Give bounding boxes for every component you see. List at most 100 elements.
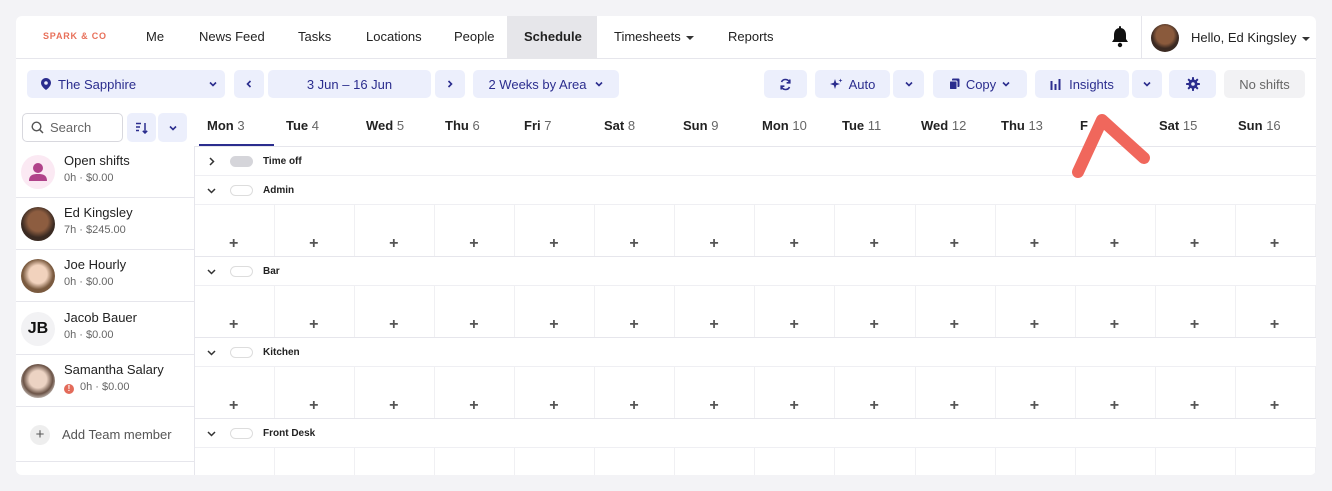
- day-header[interactable]: Sun 9: [683, 113, 718, 146]
- nav-me[interactable]: Me: [129, 16, 181, 59]
- area-row-front-desk[interactable]: Front Desk: [195, 419, 1316, 448]
- schedule-cell[interactable]: +: [595, 286, 676, 337]
- schedule-cell[interactable]: +: [1076, 205, 1156, 256]
- add-shift-icon[interactable]: +: [229, 317, 238, 333]
- day-header[interactable]: Wed 12: [921, 113, 966, 146]
- add-shift-icon[interactable]: +: [1270, 236, 1279, 252]
- refresh-button[interactable]: [764, 70, 807, 98]
- schedule-cell[interactable]: +: [996, 286, 1076, 337]
- schedule-cell[interactable]: +: [195, 205, 275, 256]
- add-shift-icon[interactable]: +: [549, 317, 558, 333]
- schedule-cell[interactable]: +: [195, 367, 275, 418]
- nav-reports[interactable]: Reports: [711, 16, 791, 59]
- nav-news-feed[interactable]: News Feed: [182, 16, 282, 59]
- schedule-cell[interactable]: [675, 448, 756, 475]
- schedule-cell[interactable]: +: [755, 205, 836, 256]
- area-toggle[interactable]: [230, 185, 253, 196]
- schedule-cell[interactable]: +: [675, 205, 756, 256]
- schedule-cell[interactable]: +: [435, 367, 516, 418]
- add-shift-icon[interactable]: +: [1110, 398, 1119, 414]
- insights-menu-button[interactable]: [1132, 70, 1162, 98]
- add-shift-icon[interactable]: +: [789, 398, 798, 414]
- add-shift-icon[interactable]: +: [629, 317, 638, 333]
- add-shift-icon[interactable]: +: [389, 317, 398, 333]
- schedule-cell[interactable]: +: [595, 205, 676, 256]
- schedule-cell[interactable]: +: [916, 205, 996, 256]
- day-header[interactable]: Tue 4: [286, 113, 319, 146]
- add-shift-icon[interactable]: +: [1270, 317, 1279, 333]
- add-shift-icon[interactable]: +: [1030, 398, 1039, 414]
- schedule-cell[interactable]: +: [355, 205, 436, 256]
- add-team-member-button[interactable]: + Add Team member: [16, 409, 195, 462]
- bell-icon[interactable]: [1110, 26, 1130, 48]
- area-toggle[interactable]: [230, 428, 253, 439]
- copy-button[interactable]: Copy: [933, 70, 1027, 98]
- schedule-cell[interactable]: [916, 448, 996, 475]
- member-row-samantha-salary[interactable]: Samantha Salary ! 0h · $0.00: [16, 355, 195, 407]
- nav-schedule[interactable]: Schedule: [507, 16, 597, 59]
- schedule-cell[interactable]: [195, 448, 275, 475]
- schedule-cell[interactable]: +: [916, 286, 996, 337]
- add-shift-icon[interactable]: +: [709, 317, 718, 333]
- add-shift-icon[interactable]: +: [789, 236, 798, 252]
- schedule-cell[interactable]: +: [595, 367, 676, 418]
- schedule-cell[interactable]: +: [1156, 367, 1236, 418]
- schedule-cell[interactable]: +: [515, 205, 596, 256]
- schedule-cell[interactable]: +: [1236, 205, 1316, 256]
- insights-button[interactable]: Insights: [1035, 70, 1129, 98]
- add-shift-icon[interactable]: +: [950, 236, 959, 252]
- add-shift-icon[interactable]: +: [1110, 236, 1119, 252]
- day-header[interactable]: Wed 5: [366, 113, 404, 146]
- schedule-cell[interactable]: +: [755, 286, 836, 337]
- auto-menu-button[interactable]: [893, 70, 924, 98]
- schedule-cell[interactable]: +: [996, 205, 1076, 256]
- area-row-kitchen[interactable]: Kitchen: [195, 338, 1316, 367]
- nav-locations[interactable]: Locations: [349, 16, 439, 59]
- schedule-cell[interactable]: +: [515, 286, 596, 337]
- add-shift-icon[interactable]: +: [549, 398, 558, 414]
- schedule-cell[interactable]: +: [675, 286, 756, 337]
- schedule-cell[interactable]: +: [675, 367, 756, 418]
- schedule-cell[interactable]: [1236, 448, 1316, 475]
- schedule-cell[interactable]: +: [1156, 205, 1236, 256]
- day-header[interactable]: Tue 11: [842, 113, 881, 146]
- nav-tasks[interactable]: Tasks: [281, 16, 348, 59]
- add-shift-icon[interactable]: +: [1190, 236, 1199, 252]
- day-header[interactable]: Fri 7: [524, 113, 551, 146]
- member-row-jacob-bauer[interactable]: JB Jacob Bauer 0h · $0.00: [16, 303, 195, 355]
- schedule-cell[interactable]: [1076, 448, 1156, 475]
- schedule-cell[interactable]: +: [836, 286, 916, 337]
- schedule-cell[interactable]: +: [836, 205, 916, 256]
- schedule-cell[interactable]: [595, 448, 676, 475]
- add-shift-icon[interactable]: +: [950, 398, 959, 414]
- sort-button[interactable]: [127, 113, 156, 142]
- area-toggle[interactable]: [230, 266, 253, 277]
- schedule-cell[interactable]: +: [1236, 367, 1316, 418]
- sort-menu-button[interactable]: [158, 113, 187, 142]
- add-shift-icon[interactable]: +: [1030, 317, 1039, 333]
- add-shift-icon[interactable]: +: [1270, 398, 1279, 414]
- add-shift-icon[interactable]: +: [469, 236, 478, 252]
- add-shift-icon[interactable]: +: [229, 398, 238, 414]
- add-shift-icon[interactable]: +: [709, 236, 718, 252]
- schedule-cell[interactable]: [275, 448, 356, 475]
- schedule-cell[interactable]: +: [275, 205, 356, 256]
- day-header[interactable]: Mon 10: [762, 113, 807, 146]
- member-row-ed-kingsley[interactable]: Ed Kingsley 7h · $245.00: [16, 198, 195, 250]
- add-shift-icon[interactable]: +: [389, 398, 398, 414]
- day-header[interactable]: Sun 16: [1238, 113, 1281, 146]
- day-header[interactable]: Sat 8: [604, 113, 635, 146]
- user-menu[interactable]: Hello, Ed Kingsley: [1191, 30, 1310, 45]
- schedule-cell[interactable]: +: [275, 367, 356, 418]
- schedule-cell[interactable]: +: [515, 367, 596, 418]
- add-shift-icon[interactable]: +: [629, 236, 638, 252]
- auto-button[interactable]: Auto: [815, 70, 890, 98]
- nav-people[interactable]: People: [437, 16, 511, 59]
- day-header[interactable]: Mon 3: [199, 113, 274, 146]
- add-shift-icon[interactable]: +: [309, 398, 318, 414]
- no-shifts-button[interactable]: No shifts: [1224, 70, 1305, 98]
- schedule-cell[interactable]: +: [435, 286, 516, 337]
- schedule-cell[interactable]: +: [836, 367, 916, 418]
- area-row-bar[interactable]: Bar: [195, 257, 1316, 286]
- schedule-cell[interactable]: [355, 448, 436, 475]
